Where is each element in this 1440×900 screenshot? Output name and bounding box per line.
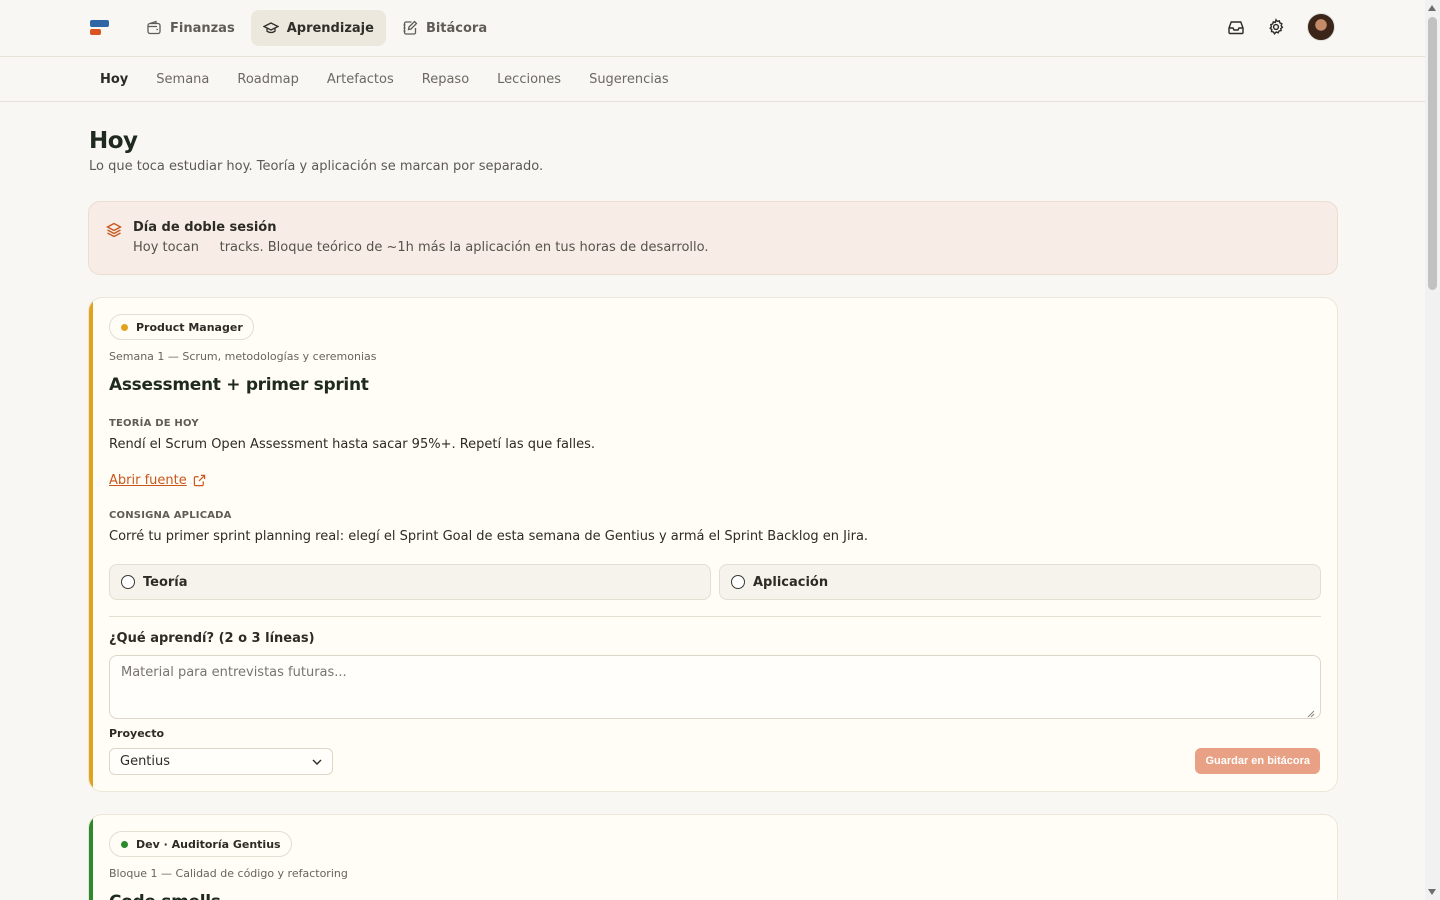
page-title: Hoy (89, 128, 138, 154)
track-card-product-manager: Product Manager Semana 1 — Scrum, metodo… (88, 297, 1338, 792)
tab-artefactos[interactable]: Artefactos (327, 72, 394, 87)
open-source-link[interactable]: Abrir fuente (109, 473, 206, 488)
wallet-icon (147, 20, 161, 35)
page-subtitle: Lo que toca estudiar hoy. Teoría y aplic… (89, 159, 544, 174)
external-link-icon (193, 474, 205, 487)
track-card-dev-audit: Dev · Auditoría Gentius Bloque 1 — Calid… (88, 814, 1338, 900)
tab-semana[interactable]: Semana (156, 72, 209, 87)
nav-item-label: Bitácora (425, 20, 488, 36)
applied-label: CONSIGNA APLICADA (109, 510, 232, 521)
nav-item-bitacora[interactable]: Bitácora (390, 10, 499, 46)
theory-checkbox[interactable]: Teoría (109, 564, 711, 600)
resize-handle-icon[interactable] (1307, 710, 1315, 718)
radio-circle (121, 575, 135, 589)
nav-item-label: Finanzas (170, 20, 235, 36)
track-dot (121, 324, 128, 331)
save-to-log-button[interactable]: Guardar en bitácora (1195, 748, 1320, 774)
layers-icon (106, 222, 122, 238)
graduation-cap-icon (262, 22, 279, 34)
tab-roadmap[interactable]: Roadmap (237, 72, 299, 87)
gear-icon[interactable] (1267, 18, 1285, 36)
main-nav: Finanzas Aprendizaje Bitácora (134, 10, 499, 46)
banner-title: Día de doble sesión (133, 220, 277, 235)
learned-textarea[interactable] (109, 655, 1321, 719)
project-select-value: Gentius (120, 754, 171, 769)
week-label: Semana 1 — Scrum, metodologías y ceremon… (109, 350, 377, 363)
card-title: Assessment + primer sprint (109, 375, 369, 395)
theory-checkbox-label: Teoría (143, 574, 188, 590)
track-badge: Product Manager (109, 314, 254, 340)
notebook-pen-icon (403, 20, 418, 35)
radio-circle (731, 575, 745, 589)
week-label: Bloque 1 — Calidad de código y refactori… (109, 867, 348, 880)
card-title: Code smells (109, 892, 221, 900)
nav-item-finanzas[interactable]: Finanzas (134, 10, 247, 46)
avatar[interactable] (1307, 13, 1335, 41)
scroll-up-arrow-icon[interactable] (1428, 5, 1436, 11)
applied-checkbox-label: Aplicación (753, 574, 829, 590)
theory-label: TEORÍA DE HOY (109, 418, 199, 429)
applied-text: Corré tu primer sprint planning real: el… (109, 529, 869, 544)
track-badge-label: Dev · Auditoría Gentius (136, 837, 281, 851)
scroll-thumb[interactable] (1428, 17, 1437, 290)
tab-hoy[interactable]: Hoy (100, 72, 128, 87)
app-logo[interactable] (90, 20, 110, 36)
top-actions (1227, 13, 1335, 41)
project-label: Proyecto (109, 727, 165, 740)
divider (109, 616, 1321, 617)
tab-lecciones[interactable]: Lecciones (497, 72, 561, 87)
top-bar: Finanzas Aprendizaje Bitácora (0, 0, 1425, 57)
theory-text: Rendí el Scrum Open Assessment hasta sac… (109, 437, 596, 452)
track-dot (121, 841, 128, 848)
nav-item-label: Aprendizaje (286, 20, 374, 36)
inbox-icon[interactable] (1227, 18, 1245, 36)
tab-repaso[interactable]: Repaso (422, 72, 469, 87)
double-session-banner: Día de doble sesión Hoy tocan tracks. Bl… (88, 201, 1338, 275)
track-badge-label: Product Manager (136, 320, 243, 334)
sub-nav: Hoy Semana Roadmap Artefactos Repaso Lec… (0, 57, 1425, 102)
tab-sugerencias[interactable]: Sugerencias (589, 72, 669, 87)
scroll-down-arrow-icon[interactable] (1428, 889, 1436, 895)
project-select[interactable]: Gentius (109, 748, 333, 775)
nav-item-aprendizaje[interactable]: Aprendizaje (250, 10, 386, 46)
applied-checkbox[interactable]: Aplicación (719, 564, 1321, 600)
chevron-down-icon (312, 759, 322, 765)
page-scrollbar[interactable] (1425, 0, 1440, 900)
learned-label: ¿Qué aprendí? (2 o 3 líneas) (109, 631, 315, 646)
banner-text: Hoy tocan tracks. Bloque teórico de ~1h … (133, 240, 709, 255)
open-source-label: Abrir fuente (109, 473, 187, 488)
track-badge: Dev · Auditoría Gentius (109, 831, 292, 857)
